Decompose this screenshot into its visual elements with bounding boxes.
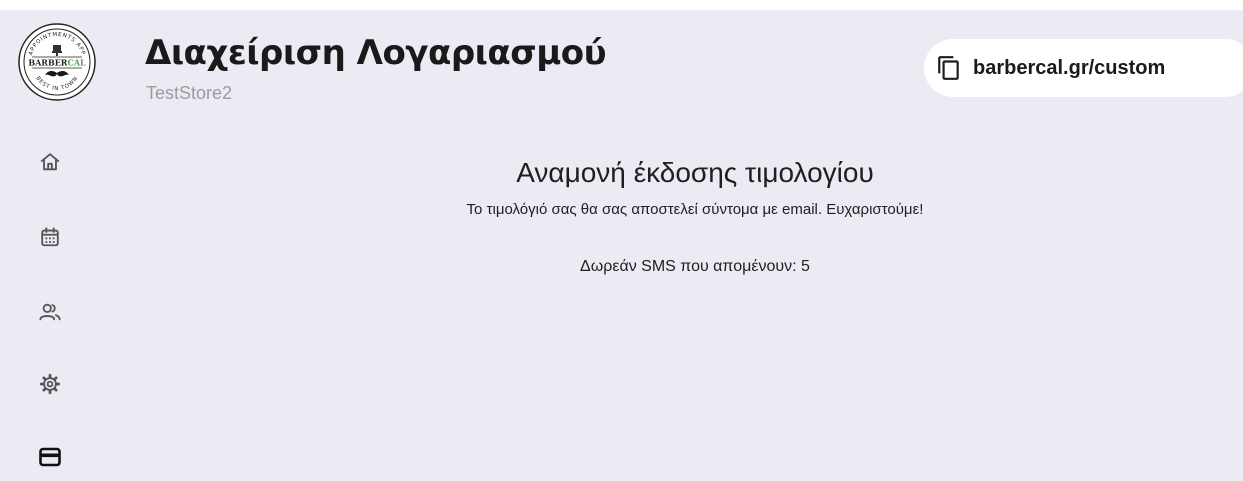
credit-card-icon bbox=[39, 447, 61, 467]
sidebar-item-settings[interactable] bbox=[36, 370, 64, 398]
invoice-status-heading: Αναμονή έκδοσης τιμολογίου bbox=[516, 157, 874, 188]
logo-badge: APPOINTMENTS APP BEST IN TOWN BARBERCAL bbox=[18, 23, 96, 101]
calendar-icon bbox=[41, 227, 59, 247]
barbercal-logo[interactable]: APPOINTMENTS APP BEST IN TOWN BARBERCAL bbox=[18, 23, 96, 101]
users-icon bbox=[39, 303, 61, 321]
logo-brand-text: BARBERCAL bbox=[28, 58, 86, 68]
copy-icon bbox=[938, 56, 959, 80]
invoice-status-message: Το τιμολόγιό σας θα σας αποστελεί σύντομ… bbox=[466, 201, 924, 218]
sidebar-item-billing[interactable] bbox=[36, 443, 64, 471]
page-title: Διαχείριση Λογαριασμού bbox=[145, 33, 607, 73]
store-name: TestStore2 bbox=[146, 83, 233, 103]
sidebar-item-customers[interactable] bbox=[36, 298, 64, 326]
booking-url-copy-button[interactable]: barbercal.gr/custom bbox=[924, 39, 1243, 97]
sidebar-item-calendar[interactable] bbox=[36, 223, 64, 251]
booking-url-text: barbercal.gr/custom bbox=[973, 56, 1166, 79]
free-sms-remaining: Δωρεάν SMS που απομένουν: 5 bbox=[580, 258, 810, 275]
gear-icon bbox=[39, 373, 61, 395]
